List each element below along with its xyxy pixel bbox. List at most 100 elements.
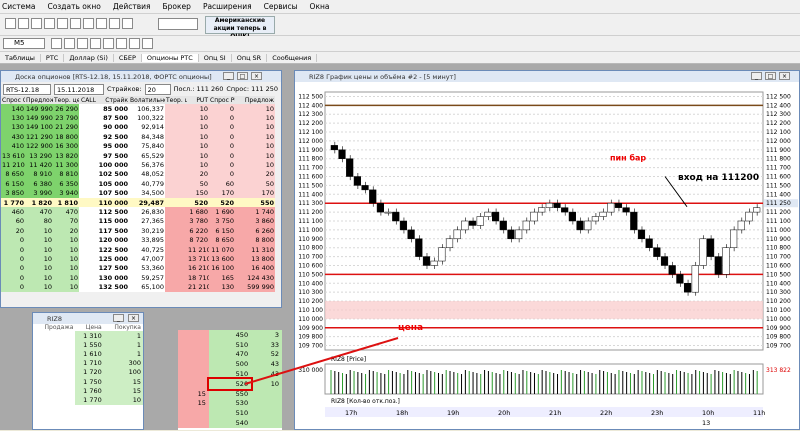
y-tick-label-right: 111 900 — [766, 147, 791, 154]
column-header[interactable]: Теор. цен — [165, 96, 187, 104]
timeframe-select[interactable]: M5 — [3, 38, 45, 49]
toolbar-buttons[interactable] — [4, 18, 134, 29]
table-cell — [165, 263, 187, 274]
table-row[interactable]: 140 149 990 26 290 85 000 106,337 10 0 10 — [1, 104, 275, 114]
table-row[interactable]: 13 610 13 290 13 820 97 500 65,529 10 0 10 — [1, 150, 275, 161]
drawing-tools[interactable] — [50, 38, 154, 49]
menu-item[interactable]: Окна — [310, 2, 330, 11]
table-row[interactable]: 1 610 1 — [33, 349, 143, 359]
table-cell: 20 — [53, 226, 79, 236]
menu-item[interactable]: Создать окно — [47, 2, 100, 11]
instrument-select[interactable]: RTS-12.18 — [3, 83, 51, 95]
search-input[interactable] — [158, 18, 198, 30]
table-row[interactable]: 130 149 100 21 290 90 000 92,914 10 0 10 — [1, 122, 275, 133]
price-chart[interactable]: 112 500 112 500 112 400 112 400 112 300 112 3… — [295, 82, 799, 429]
table-row[interactable]: 410 122 900 16 300 95 000 75,840 10 0 10 — [1, 141, 275, 151]
tab[interactable]: Опц SR — [232, 53, 268, 62]
indicator-icon[interactable] — [129, 38, 140, 49]
table-row[interactable]: 1 760 15 — [33, 386, 143, 396]
table-row[interactable]: 11 210 11 420 11 300 100 000 56,376 10 0 10 — [1, 160, 275, 170]
y-tick-label-right: 110 800 — [766, 245, 791, 252]
maximize-icon[interactable]: □ — [237, 72, 248, 80]
table-row[interactable]: 1 750 15 — [33, 376, 143, 387]
table-row[interactable]: 0 10 10 132 500 65,100 21 210 130 599 990 — [1, 282, 275, 292]
table-row[interactable]: 20 10 20 117 500 30,219 6 220 6 150 6 260 — [1, 226, 275, 236]
table-cell: 10 — [187, 122, 209, 133]
column-header[interactable]: Спрос PUT — [209, 96, 235, 104]
tab[interactable]: Доллар (Si) — [64, 53, 114, 62]
close-icon[interactable]: × — [779, 72, 790, 80]
column-header[interactable]: Страйк — [97, 96, 129, 104]
new-icon[interactable] — [5, 18, 16, 29]
maximize-icon[interactable]: □ — [765, 72, 776, 80]
table-row[interactable]: 430 121 290 18 800 92 500 84,348 10 0 10 — [1, 132, 275, 142]
table-row[interactable]: 0 10 10 120 000 33,895 8 720 8 650 8 800 — [1, 235, 275, 245]
tab[interactable]: РТС — [41, 53, 65, 62]
ad-banner[interactable]: Американские акции теперь в QUIK! — [205, 16, 275, 40]
minimize-icon[interactable]: _ — [113, 314, 124, 322]
zoom-icon[interactable] — [90, 38, 101, 49]
table-icon[interactable] — [57, 18, 68, 29]
cursor-icon[interactable] — [51, 38, 62, 49]
table-row[interactable]: 0 10 10 127 500 53,360 16 210 16 100 16 400 — [1, 263, 275, 274]
column-header[interactable]: Спрос CA — [1, 96, 25, 104]
table-cell: 33 — [251, 339, 282, 350]
menu-item[interactable]: Расширения — [203, 2, 252, 11]
minimize-icon[interactable]: _ — [751, 72, 762, 80]
strikes-select[interactable]: 20 — [144, 83, 171, 95]
table-row[interactable]: 0 10 10 122 500 40,725 11 210 11 070 11 310 — [1, 244, 275, 255]
date-select[interactable]: 15.11.2018 — [54, 83, 104, 95]
table-row[interactable]: 1 720 100 — [33, 367, 143, 377]
trade-icon[interactable] — [96, 18, 107, 29]
tab[interactable]: Сообщения — [267, 53, 318, 62]
table-cell: 10 — [187, 141, 209, 151]
table-row[interactable]: 60 80 70 115 000 27,365 3 780 3 750 3 860 — [1, 216, 275, 227]
table-row[interactable]: 1 710 300 — [33, 358, 143, 368]
column-header[interactable]: Предлож — [235, 96, 275, 104]
search-icon[interactable] — [122, 18, 133, 29]
table-row[interactable]: 130 149 990 23 790 87 500 100,322 10 0 10 — [1, 113, 275, 123]
open-icon[interactable] — [18, 18, 29, 29]
table-row[interactable]: 0 10 10 125 000 47,007 13 710 13 600 13 800 — [1, 254, 275, 264]
tab[interactable]: Опц SI — [199, 53, 232, 62]
chart-icon[interactable] — [70, 18, 81, 29]
table-cell: 10 — [53, 235, 79, 245]
menu-item[interactable]: Система — [2, 2, 35, 11]
table-row[interactable]: 0 10 10 130 000 59,257 18 710 165 124 430 — [1, 273, 275, 283]
riz-table[interactable]: Продажа Цена Покупка 1 310 1 1 550 1 1 610 1 1 71… — [33, 324, 143, 405]
table-row[interactable]: 460 470 470 112 500 26,830 1 680 1 690 1 740 — [1, 207, 275, 217]
fib-icon[interactable] — [116, 38, 127, 49]
table-row[interactable]: 1 310 1 — [33, 331, 143, 341]
column-header[interactable]: Волатильность — [129, 96, 165, 104]
tab[interactable]: Таблицы — [0, 53, 41, 62]
table-row[interactable]: 3 850 3 990 3 940 107 500 34,500 150 170 170 — [1, 188, 275, 198]
minimize-icon[interactable]: _ — [223, 72, 234, 80]
table-row[interactable]: 1 770 1 820 1 810 110 000 29,487 520 520 550 — [1, 197, 275, 208]
column-header[interactable]: Теор. цен — [53, 96, 79, 104]
menu-item[interactable]: Брокер — [163, 2, 191, 11]
column-header[interactable]: PUT — [187, 96, 209, 104]
menu-item[interactable]: Действия — [113, 2, 151, 11]
menu-item[interactable]: Сервисы — [264, 2, 298, 11]
options-table[interactable]: Спрос CAПредложТеор. ценCALLСтрайкВолати… — [1, 96, 275, 292]
table-row[interactable]: 1 770 10 — [33, 395, 143, 405]
save-icon[interactable] — [31, 18, 42, 29]
column-header[interactable]: CALL — [79, 96, 97, 104]
table-cell: 10 — [25, 254, 53, 264]
line-icon[interactable] — [77, 38, 88, 49]
tab[interactable]: СБЕР — [114, 53, 142, 62]
settings-icon[interactable] — [109, 18, 120, 29]
column-header[interactable]: Предлож — [25, 96, 53, 104]
close-icon[interactable]: × — [251, 72, 262, 80]
candle-body — [338, 149, 346, 159]
order-icon[interactable] — [83, 18, 94, 29]
crosshair-icon[interactable] — [64, 38, 75, 49]
table-row[interactable]: 1 550 1 — [33, 340, 143, 350]
close-icon[interactable]: × — [128, 314, 139, 322]
color-icon[interactable] — [142, 38, 153, 49]
table-row[interactable]: 6 150 6 380 6 350 105 000 40,779 50 60 50 — [1, 179, 275, 189]
tab[interactable]: Опционы РТС — [141, 53, 199, 62]
print-icon[interactable] — [44, 18, 55, 29]
text-icon[interactable] — [103, 38, 114, 49]
table-row[interactable]: 8 650 8 910 8 810 102 500 48,052 20 0 20 — [1, 169, 275, 180]
